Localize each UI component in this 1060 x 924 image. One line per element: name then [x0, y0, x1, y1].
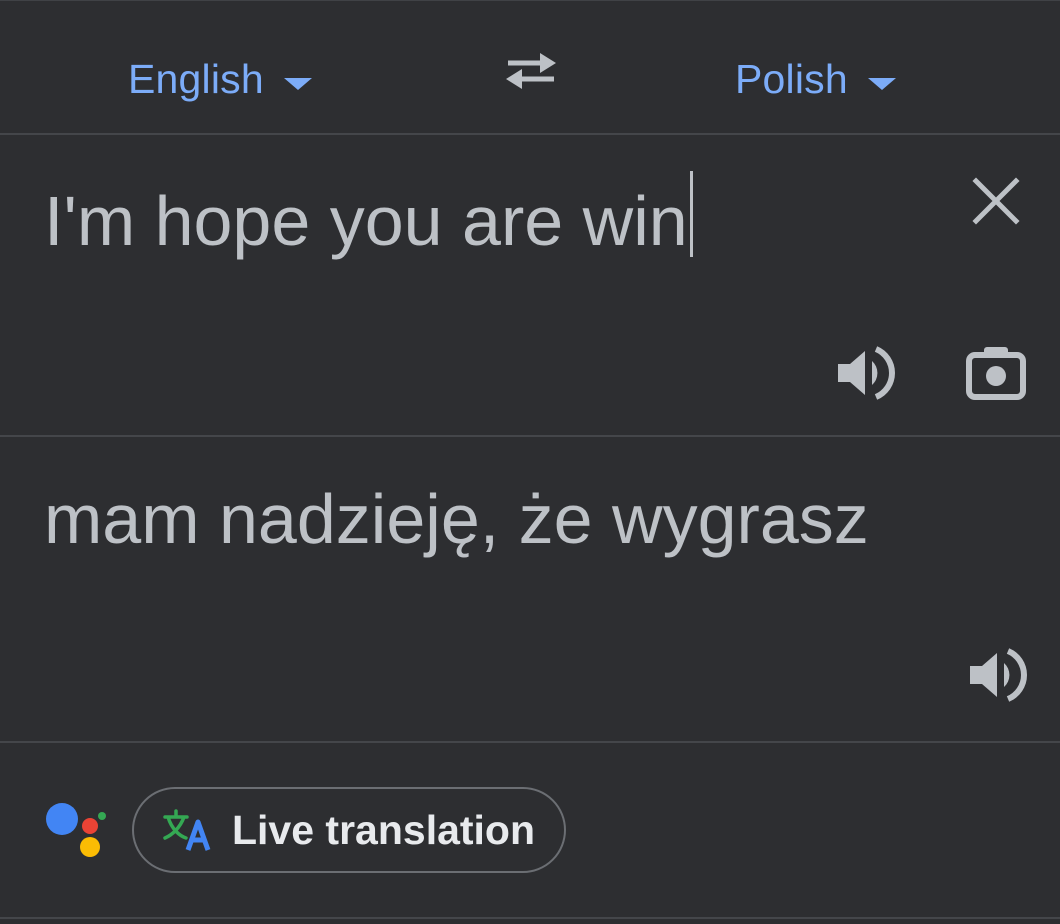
chevron-down-icon [283, 78, 312, 90]
speaker-icon [838, 346, 895, 400]
live-translation-button[interactable]: Live translation [132, 787, 566, 873]
swap-languages-button[interactable] [500, 45, 562, 95]
target-language-label: Polish [735, 55, 848, 102]
translate-app: English Polish I'm hope you are win mam … [0, 0, 1060, 924]
divider [0, 917, 1060, 919]
google-assistant-button[interactable] [44, 799, 110, 865]
translation-listen-button[interactable] [964, 643, 1028, 707]
speaker-icon [970, 648, 1027, 702]
translation-text: mam nadzieję, że wygrasz [44, 480, 869, 558]
live-translation-label: Live translation [232, 806, 536, 853]
translate-icon [163, 809, 211, 851]
bottom-bar: Live translation [0, 743, 1060, 917]
source-panel: I'm hope you are win [0, 135, 1060, 435]
language-bar: English Polish [0, 0, 1060, 134]
source-language-label: English [128, 55, 264, 102]
clear-input-button[interactable] [970, 175, 1022, 227]
chevron-down-icon [867, 78, 896, 90]
source-text-input[interactable]: I'm hope you are win [44, 171, 944, 263]
swap-languages-icon [506, 53, 556, 89]
close-icon [972, 177, 1020, 225]
source-text-value: I'm hope you are win [44, 182, 688, 260]
text-cursor [689, 171, 693, 257]
google-assistant-icon [46, 803, 106, 857]
source-listen-button[interactable] [832, 341, 896, 405]
camera-icon [966, 347, 1026, 400]
target-language-selector[interactable]: Polish [735, 51, 896, 107]
camera-button[interactable] [964, 341, 1028, 405]
source-language-selector[interactable]: English [128, 51, 312, 107]
translation-panel: mam nadzieję, że wygrasz [0, 437, 1060, 741]
